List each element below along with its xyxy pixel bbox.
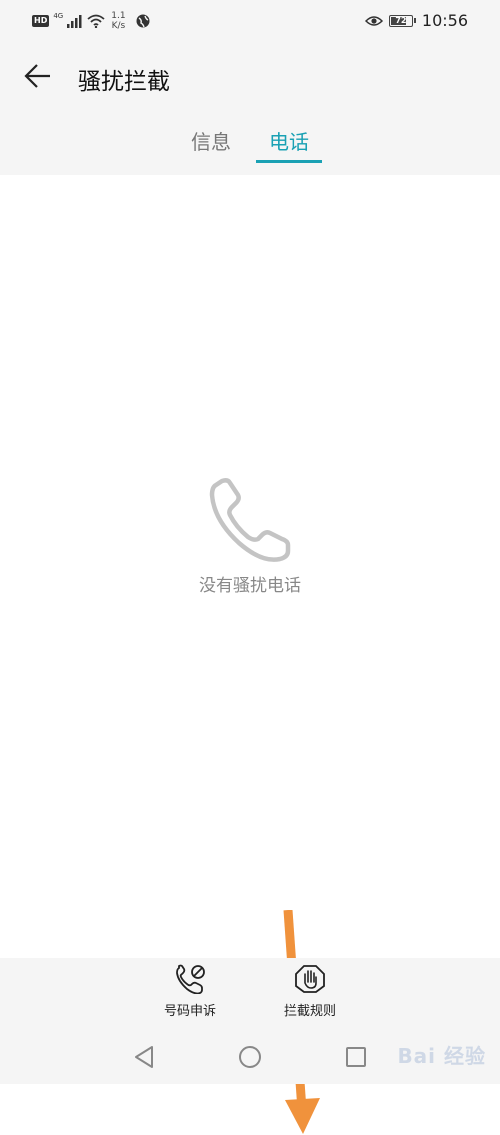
- battery-cap: [413, 18, 416, 23]
- back-button[interactable]: [22, 60, 54, 92]
- globe-icon: [136, 14, 150, 28]
- nav-recent-icon[interactable]: [341, 1042, 371, 1072]
- tab-bar: 信息 电话: [0, 126, 500, 166]
- status-bar: HD 4G 1.1 K/s 72 10:56: [0, 0, 500, 42]
- nav-back-icon[interactable]: [130, 1042, 160, 1072]
- clock: 10:56: [421, 11, 468, 30]
- bottom-action-bar: 号码申诉 拦截规则: [0, 958, 500, 1030]
- arrow-left-icon: [24, 64, 50, 88]
- hand-stop-icon: [295, 965, 325, 993]
- tab-messages[interactable]: 信息: [188, 126, 234, 166]
- status-left: HD 4G 1.1 K/s: [32, 11, 150, 31]
- wifi-icon: [87, 14, 105, 28]
- content-area: 没有骚扰电话: [0, 175, 500, 1134]
- empty-message: 没有骚扰电话: [199, 576, 301, 596]
- battery-level: 72: [395, 15, 407, 25]
- phone-block-icon: [176, 964, 205, 994]
- eye-comfort-icon: [364, 15, 383, 26]
- block-rules-button[interactable]: 拦截规则: [270, 964, 350, 1019]
- number-appeal-label: 号码申诉: [163, 1004, 216, 1019]
- network-speed: 1.1 K/s: [111, 11, 125, 31]
- page-title: 骚扰拦截: [78, 69, 170, 95]
- nav-home-icon[interactable]: [235, 1042, 265, 1072]
- speed-value: 1.1: [111, 11, 126, 21]
- signal-icon: [67, 14, 82, 28]
- battery-icon: 72: [388, 14, 413, 27]
- app-bar: 骚扰拦截 信息 电话: [0, 42, 500, 175]
- system-nav-bar: Bai 经验: [0, 1030, 500, 1084]
- speed-unit: K/s: [111, 21, 126, 31]
- network-type: 4G: [53, 12, 64, 20]
- status-right: 72 10:56: [364, 11, 468, 30]
- phone-icon: [209, 478, 291, 562]
- tab-indicator: [256, 160, 322, 163]
- hd-badge: HD: [32, 15, 50, 27]
- watermark: Bai 经验: [397, 1044, 486, 1068]
- block-rules-label: 拦截规则: [283, 1004, 336, 1019]
- number-appeal-button[interactable]: 号码申诉: [150, 964, 230, 1019]
